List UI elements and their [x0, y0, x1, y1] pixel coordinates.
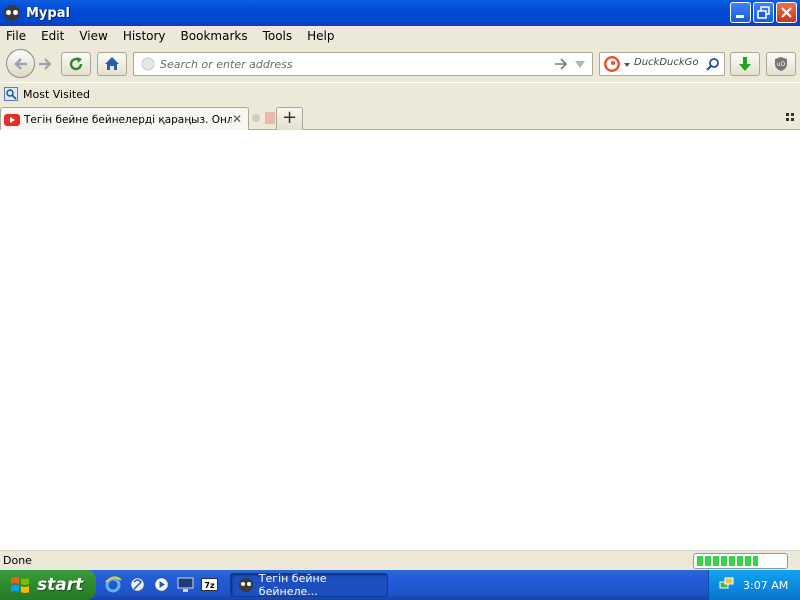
tab-drag-ghost: [251, 111, 275, 127]
minimize-icon: [736, 15, 744, 18]
folder-search-icon: [4, 87, 18, 101]
search-input[interactable]: [634, 57, 704, 68]
mypal-app-icon: [4, 5, 20, 21]
forward-arrow-icon: [39, 58, 52, 70]
duckduckgo-icon[interactable]: [603, 55, 621, 73]
7zip-icon[interactable]: 7z: [201, 576, 218, 593]
tab-list-grid-icon[interactable]: [786, 113, 794, 121]
download-arrow-icon: [739, 57, 751, 71]
new-tab-button[interactable]: +: [276, 107, 303, 130]
close-button[interactable]: [776, 2, 797, 23]
menu-history[interactable]: History: [117, 26, 172, 46]
system-tray: 3:07 AM: [708, 570, 800, 600]
forward-button[interactable]: [36, 55, 54, 73]
ghost-favicon-icon: [252, 114, 260, 122]
tab-close-icon[interactable]: ✕: [232, 112, 242, 126]
progress-bar: [693, 553, 788, 569]
engine-dropdown-icon[interactable]: [624, 63, 630, 67]
home-icon: [105, 57, 119, 70]
menu-view[interactable]: View: [73, 26, 113, 46]
go-arrow-icon[interactable]: [554, 57, 568, 71]
window-controls: [730, 2, 797, 23]
plus-icon: +: [281, 107, 298, 128]
close-icon: [781, 7, 792, 18]
search-icon[interactable]: [706, 57, 720, 71]
globe-icon: [141, 57, 155, 71]
taskbar-mypal-button[interactable]: Тегін бейне бейнеле...: [230, 572, 388, 598]
url-bar: [133, 52, 593, 76]
media-player-icon[interactable]: [153, 576, 170, 593]
most-visited-label: Most Visited: [23, 87, 90, 101]
window-title: Mypal: [26, 5, 70, 21]
search-bar: [599, 52, 725, 76]
restore-button[interactable]: [753, 2, 774, 23]
menu-help[interactable]: Help: [301, 26, 340, 46]
svg-text:uO: uO: [777, 61, 786, 68]
monitor-icon[interactable]: [177, 576, 194, 593]
ublock-button[interactable]: uO: [766, 52, 796, 76]
reload-button[interactable]: [61, 52, 91, 76]
network-icon[interactable]: [719, 577, 735, 593]
youtube-icon: [4, 113, 20, 126]
progress-fill: [697, 556, 758, 566]
dropdown-arrow-icon[interactable]: [574, 60, 586, 70]
back-button[interactable]: [6, 49, 35, 78]
url-input[interactable]: [160, 56, 540, 72]
internet-explorer-icon[interactable]: [105, 576, 122, 593]
windows-logo-icon: [11, 577, 29, 593]
taskbar: start 7z Тегін бейне бейнеле... 3:07 AM: [0, 570, 800, 600]
ghost-close-icon: [264, 112, 275, 124]
menu-tools[interactable]: Tools: [257, 26, 299, 46]
svg-text:7z: 7z: [204, 581, 215, 590]
bookmarks-toolbar: Most Visited: [0, 83, 800, 105]
tab-title: Тегін бейне бейнелерді қараңыз. Онла...: [24, 113, 232, 126]
restore-icon: [757, 6, 770, 19]
minimize-button[interactable]: [730, 2, 751, 23]
downloads-button[interactable]: [730, 52, 760, 76]
start-label: start: [37, 575, 84, 595]
shield-icon: uO: [775, 57, 787, 71]
mypal-taskbar-icon: [239, 578, 253, 592]
page-content[interactable]: [0, 130, 800, 550]
menu-bookmarks[interactable]: Bookmarks: [175, 26, 254, 46]
status-text: Done: [3, 554, 32, 567]
quick-launch: 7z: [105, 576, 218, 593]
menu-file[interactable]: File: [0, 26, 32, 46]
taskbar-button-label: Тегін бейне бейнеле...: [258, 572, 327, 598]
show-desktop-icon[interactable]: [129, 576, 146, 593]
reload-icon: [69, 57, 83, 71]
bookmark-most-visited[interactable]: Most Visited: [4, 87, 90, 101]
tab-active[interactable]: Тегін бейне бейнелерді қараңыз. Онла... …: [0, 107, 249, 131]
clock[interactable]: 3:07 AM: [743, 579, 788, 592]
nav-toolbar: uO: [0, 46, 800, 82]
status-bar: Done: [0, 550, 800, 570]
start-button[interactable]: start: [0, 570, 96, 600]
back-arrow-icon: [13, 57, 27, 70]
menu-edit[interactable]: Edit: [35, 26, 70, 46]
home-button[interactable]: [97, 52, 127, 76]
menu-bar: File Edit View History Bookmarks Tools H…: [0, 26, 800, 46]
title-bar: Mypal: [0, 0, 800, 26]
tab-strip: Тегін бейне бейнелерді қараңыз. Онла... …: [0, 105, 800, 131]
